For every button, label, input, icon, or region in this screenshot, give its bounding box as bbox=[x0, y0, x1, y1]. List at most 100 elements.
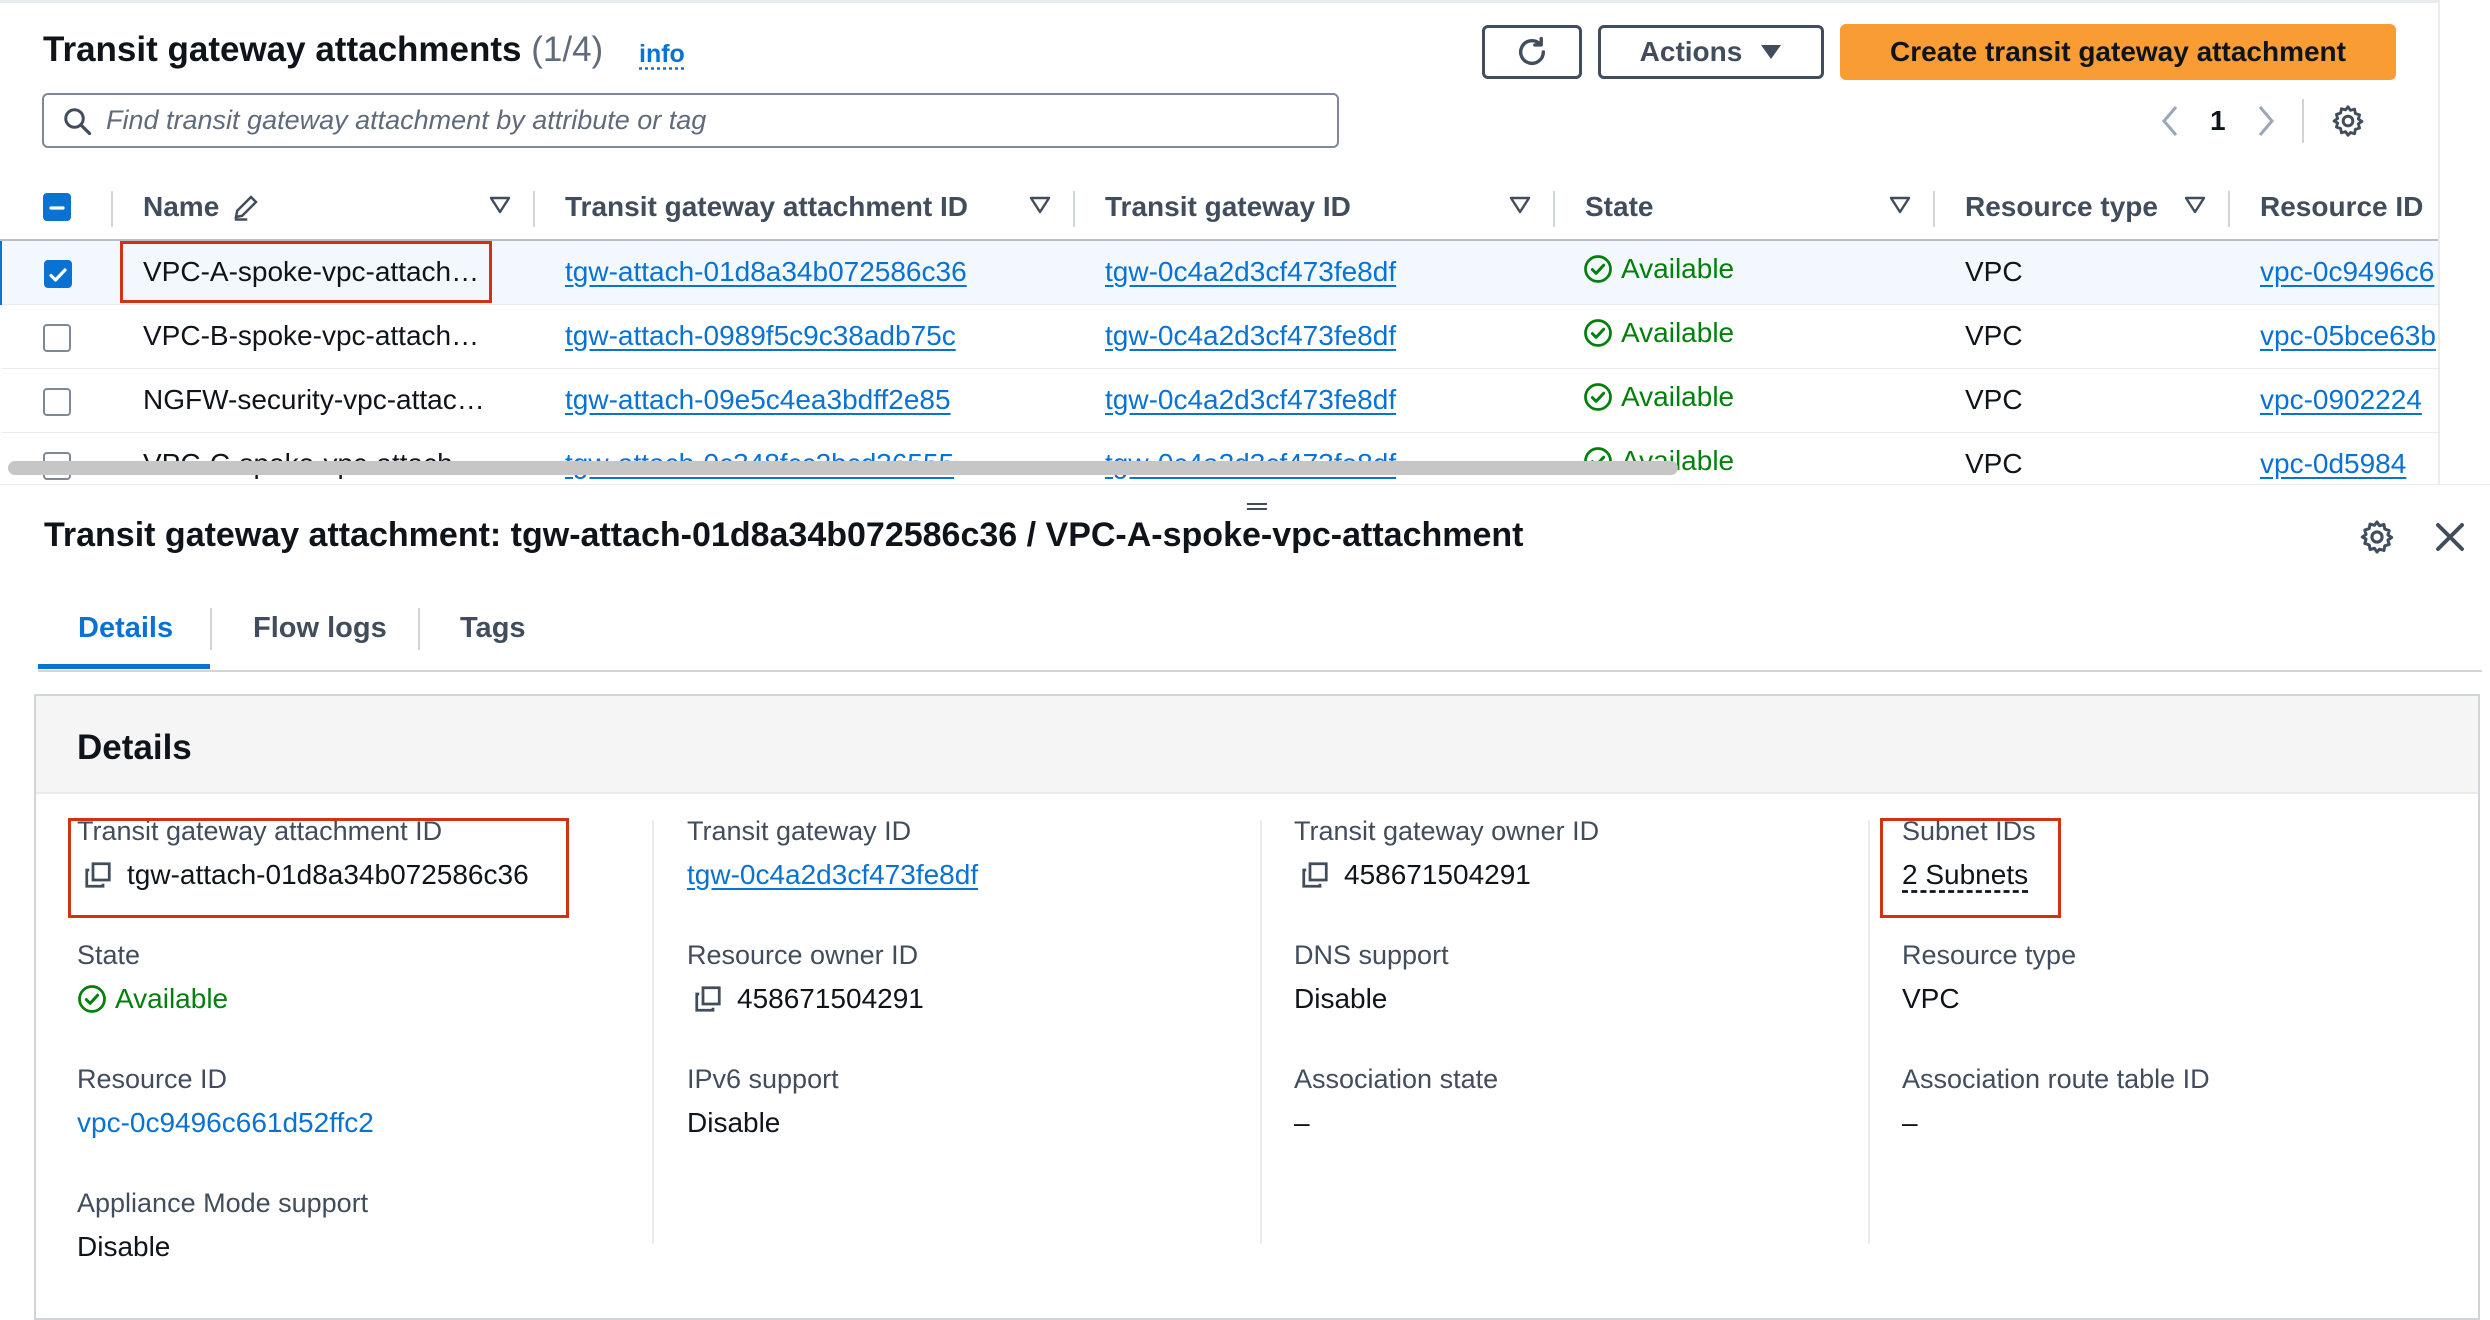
state-text: Available bbox=[1621, 381, 1735, 412]
row-checkbox[interactable] bbox=[44, 259, 72, 288]
resource-type: VPC bbox=[1965, 384, 2023, 415]
refresh-icon bbox=[1518, 36, 1546, 65]
resource-type: VPC bbox=[1965, 256, 2023, 288]
field-state: State Available bbox=[77, 940, 228, 1015]
sort-icon[interactable] bbox=[1889, 195, 1911, 215]
field-value: – bbox=[1294, 1107, 1310, 1138]
column-divider bbox=[652, 820, 654, 1244]
row-name: NGFW-security-vpc-attac… bbox=[143, 384, 485, 415]
resource-id-link[interactable]: vpc-0d5984 bbox=[2260, 448, 2406, 479]
sort-icon[interactable] bbox=[489, 195, 511, 215]
column-header-state[interactable]: State bbox=[1555, 175, 1935, 241]
table-row[interactable]: VPC-B-spoke-vpc-attach… tgw-attach-0989f… bbox=[1, 304, 2438, 369]
indeterminate-icon bbox=[49, 206, 65, 210]
resource-id-link[interactable]: vpc-0902224 bbox=[2260, 384, 2422, 415]
page-title: Transit gateway attachments (1/4) bbox=[43, 30, 603, 70]
row-checkbox[interactable] bbox=[43, 323, 71, 352]
field-value: Disable bbox=[687, 1107, 781, 1138]
field-label: State bbox=[77, 940, 141, 970]
field-dns-support: DNS support Disable bbox=[1294, 940, 1449, 1015]
column-header-tgw-id[interactable]: Transit gateway ID bbox=[1075, 175, 1555, 241]
check-circle-icon bbox=[78, 985, 106, 1013]
detail-tabs: Details Flow logs Tags bbox=[38, 598, 2482, 672]
column-header-resource-type[interactable]: Resource type bbox=[1935, 175, 2230, 241]
column-label: Transit gateway ID bbox=[1105, 191, 1351, 222]
field-value: Disable bbox=[77, 1231, 171, 1262]
table-row[interactable]: VPC-A-spoke-vpc-attach… tgw-attach-01d8a… bbox=[0, 239, 2438, 305]
state-value: Available bbox=[115, 983, 229, 1014]
state-indicator: Available bbox=[1583, 317, 1734, 349]
sort-icon[interactable] bbox=[2184, 195, 2206, 215]
copy-icon[interactable] bbox=[693, 984, 723, 1014]
tab-flow-logs[interactable]: Flow logs bbox=[253, 612, 387, 645]
resource-id-link[interactable]: vpc-05bce63b bbox=[2260, 320, 2436, 351]
sort-icon[interactable] bbox=[1509, 195, 1531, 215]
resource-owner-value: 458671504291 bbox=[737, 983, 924, 1014]
sort-icon[interactable] bbox=[1029, 195, 1051, 215]
state-text: Available bbox=[1621, 317, 1735, 348]
actions-dropdown-button[interactable]: Actions bbox=[1598, 25, 1824, 79]
title-text: Transit gateway attachments bbox=[43, 30, 522, 69]
check-circle-icon bbox=[1584, 383, 1612, 411]
horizontal-scrollbar[interactable] bbox=[8, 461, 1678, 475]
selection-count: (1/4) bbox=[531, 30, 604, 69]
caret-down-icon bbox=[1761, 45, 1782, 59]
close-icon[interactable] bbox=[2432, 519, 2468, 555]
create-attachment-button[interactable]: Create transit gateway attachment bbox=[1840, 24, 2396, 80]
check-circle-icon bbox=[1584, 255, 1612, 284]
row-name: VPC-B-spoke-vpc-attach… bbox=[143, 320, 480, 351]
refresh-button[interactable] bbox=[1482, 25, 1582, 79]
table-header-row: Name Transit gateway attachment ID Trans… bbox=[1, 175, 2438, 241]
field-label: Association state bbox=[1294, 1064, 1499, 1094]
column-header-resource-id[interactable]: Resource ID bbox=[2230, 175, 2438, 241]
tgw-id-link[interactable]: tgw-0c4a2d3cf473fe8df bbox=[687, 859, 978, 891]
table-row[interactable]: VPC-C-spoke-vpc-attach… tgw-attach-0c348… bbox=[1, 432, 2438, 484]
resource-type: VPC bbox=[1965, 448, 2023, 479]
search-input[interactable] bbox=[106, 105, 1306, 136]
state-indicator: Available bbox=[1583, 381, 1734, 413]
page-number[interactable]: 1 bbox=[2210, 105, 2226, 137]
actions-label: Actions bbox=[1639, 36, 1743, 67]
select-all-checkbox[interactable] bbox=[43, 193, 71, 221]
preferences-gear-icon[interactable] bbox=[2330, 103, 2366, 139]
field-ipv6: IPv6 support Disable bbox=[687, 1064, 839, 1139]
info-link[interactable]: info bbox=[639, 40, 685, 69]
column-header-name[interactable]: Name bbox=[113, 175, 535, 241]
highlight-box bbox=[1880, 818, 2061, 918]
attachment-id-link[interactable]: tgw-attach-01d8a34b072586c36 bbox=[565, 256, 967, 287]
panel-top-border bbox=[0, 0, 2438, 3]
select-all-header bbox=[1, 175, 113, 241]
row-checkbox[interactable] bbox=[43, 387, 71, 416]
details-header: Details bbox=[36, 696, 2478, 794]
field-association-state: Association state – bbox=[1294, 1064, 1498, 1139]
tab-details[interactable]: Details bbox=[78, 612, 173, 645]
field-label: Resource type bbox=[1902, 940, 2077, 970]
search-icon bbox=[64, 107, 92, 135]
field-resource-id: Resource ID vpc-0c9496c661d52ffc2 bbox=[77, 1064, 374, 1139]
field-owner-id: Transit gateway owner ID 458671504291 bbox=[1294, 816, 1599, 891]
tab-separator bbox=[418, 608, 420, 650]
tgw-id-link[interactable]: tgw-0c4a2d3cf473fe8df bbox=[1105, 320, 1396, 351]
field-label: Appliance Mode support bbox=[77, 1188, 369, 1218]
prev-page-icon[interactable] bbox=[2160, 104, 2180, 138]
resource-id-link[interactable]: vpc-0c9496c6 bbox=[2260, 256, 2434, 287]
table-row[interactable]: NGFW-security-vpc-attac… tgw-attach-09e5… bbox=[1, 368, 2438, 433]
tab-tags[interactable]: Tags bbox=[460, 612, 526, 645]
tgw-id-link[interactable]: tgw-0c4a2d3cf473fe8df bbox=[1105, 256, 1396, 287]
copy-icon[interactable] bbox=[1300, 860, 1330, 890]
next-page-icon[interactable] bbox=[2256, 104, 2276, 138]
state-indicator: Available bbox=[1583, 253, 1734, 285]
field-label: IPv6 support bbox=[687, 1064, 839, 1094]
settings-gear-icon[interactable] bbox=[2358, 518, 2396, 556]
field-value: tgw-0c4a2d3cf473fe8df bbox=[687, 859, 978, 891]
field-value: VPC bbox=[1902, 983, 1960, 1014]
field-label: Resource owner ID bbox=[687, 940, 919, 970]
column-header-attachment-id[interactable]: Transit gateway attachment ID bbox=[535, 175, 1075, 241]
attachments-table-panel: Transit gateway attachments (1/4) info A… bbox=[0, 0, 2440, 484]
attachment-id-link[interactable]: tgw-attach-09e5c4ea3bdff2e85 bbox=[565, 384, 951, 415]
column-divider bbox=[1260, 820, 1262, 1244]
checkmark-icon bbox=[49, 268, 67, 282]
tgw-id-link[interactable]: tgw-0c4a2d3cf473fe8df bbox=[1105, 384, 1396, 415]
resource-id-link[interactable]: vpc-0c9496c661d52ffc2 bbox=[77, 1107, 374, 1139]
attachment-id-link[interactable]: tgw-attach-0989f5c9c38adb75c bbox=[565, 320, 956, 351]
